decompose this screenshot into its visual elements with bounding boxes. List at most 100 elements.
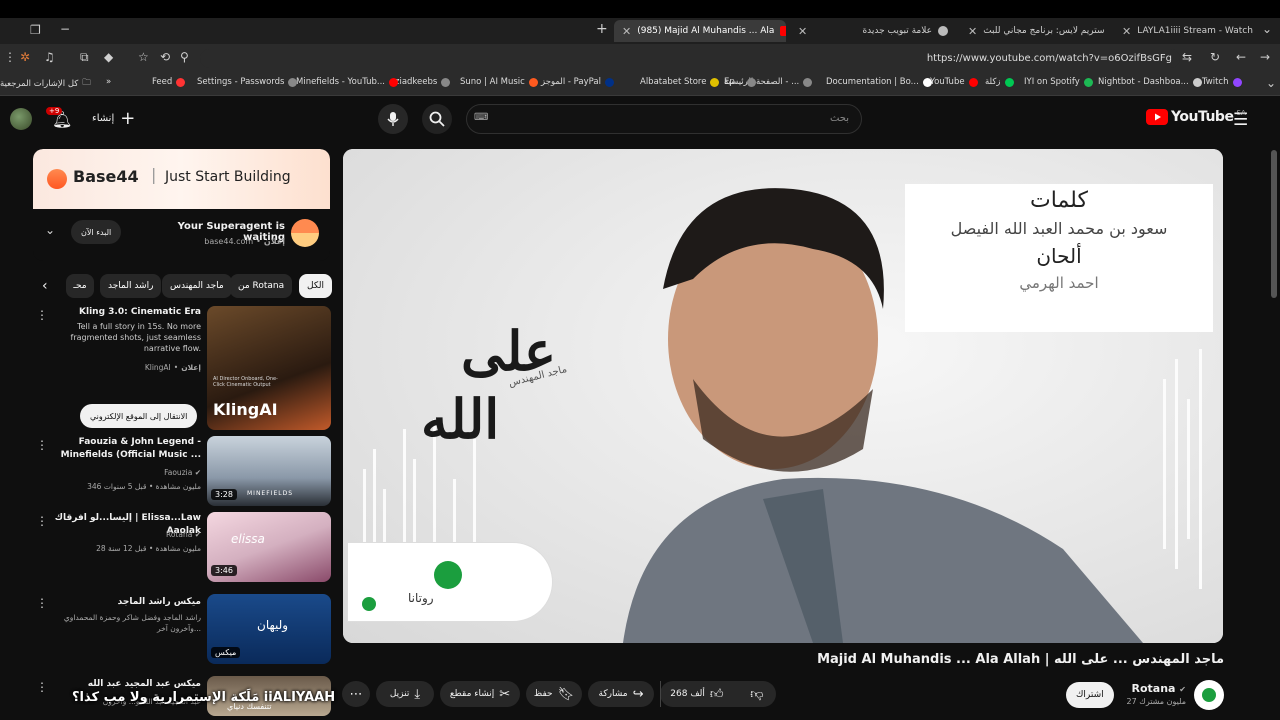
chevron-down-icon[interactable]: ⌄: [45, 223, 55, 237]
ad-banner[interactable]: Base44 | Just Start Building: [33, 149, 330, 209]
bookmark-favicon-icon: [176, 77, 186, 87]
more-actions-icon[interactable]: ⋮: [36, 680, 48, 694]
reload-icon[interactable]: ↻: [1210, 50, 1220, 64]
tab-layla-stream[interactable]: ✕ LAYLA1iiii Stream - Watch L: [1114, 20, 1254, 42]
media-controls-icon[interactable]: ♫: [44, 50, 55, 64]
bookmark-item[interactable]: ziadkeebs: [395, 77, 451, 87]
bookmark-item[interactable]: Albatabet Store: [640, 77, 720, 87]
chevron-left-icon[interactable]: ‹: [42, 278, 48, 294]
rec-item-rashed-mix[interactable]: وليهان ميكس ⋮ ميكس راشد الماجد راشد الما…: [33, 594, 331, 666]
avatar[interactable]: [10, 108, 32, 130]
thumbnail[interactable]: وليهان ميكس: [207, 594, 331, 664]
create-button[interactable]: إنشاء +: [92, 108, 135, 129]
thumbnail[interactable]: MINEFIELDS 3:28: [207, 436, 331, 506]
bookmark-item[interactable]: Feed: [152, 77, 186, 87]
chip-more[interactable]: محـ: [66, 274, 94, 298]
chip-majid-almuhandis[interactable]: ماجد المهندس: [162, 274, 232, 298]
keyboard-icon[interactable]: ⌨: [474, 112, 488, 123]
more-actions-icon[interactable]: ⋮: [36, 308, 48, 322]
bookmark-item[interactable]: زكلة: [985, 77, 1014, 87]
close-icon[interactable]: ✕: [622, 25, 631, 38]
extension-icon[interactable]: ✲: [20, 50, 30, 64]
bookmark-favicon-icon: [288, 77, 298, 87]
more-actions-button[interactable]: ⋯: [342, 681, 370, 707]
address-field[interactable]: https://www.youtube.com/watch?v=o6OzifBs…: [200, 49, 1180, 68]
notifications-button[interactable]: 🔔︎ +9: [46, 107, 72, 129]
voice-search-button[interactable]: [378, 104, 408, 134]
rec-item-elissa[interactable]: elissa 3:46 ⋮ إليسا...لو افرقاك | Elissa…: [33, 512, 331, 584]
window-restore-icon[interactable]: ❐: [30, 23, 41, 37]
thumbnail[interactable]: elissa 3:46: [207, 512, 331, 582]
youtube-logo[interactable]: YouTube SA: [1146, 109, 1246, 125]
channel-name-row[interactable]: Rotana ✔: [1124, 682, 1186, 695]
bookmark-item[interactable]: Settings - Passwords: [197, 77, 298, 87]
bookmark-item[interactable]: Minefields - YouTub...: [296, 77, 398, 87]
bookmark-item[interactable]: الموجز - PayPal: [541, 77, 614, 87]
bookmark-item[interactable]: Twitch: [1202, 77, 1242, 87]
bookmark-item[interactable]: Nightbot - Dashboa...: [1098, 77, 1202, 87]
extensions-puzzle-icon[interactable]: ⧉: [80, 50, 89, 65]
bookmark-item[interactable]: Documentation | Bo...: [826, 77, 932, 87]
bookmark-label: Nightbot - Dashboa...: [1098, 77, 1189, 87]
visit-site-button[interactable]: الانتقال إلى الموقع الإلكتروني: [80, 404, 198, 428]
bookmark-item[interactable]: Suno | AI Music: [460, 77, 538, 87]
clip-label: إنشاء مقطع: [449, 689, 495, 699]
diamond-extension-icon[interactable]: ◆: [104, 50, 113, 64]
search-icon: [429, 111, 445, 127]
translate-icon[interactable]: ⟲: [160, 50, 170, 64]
more-actions-icon[interactable]: ⋮: [36, 514, 48, 528]
thumbnail-subtext: AI Director Onboard, One-Click Cinematic…: [213, 376, 278, 388]
more-actions-icon[interactable]: ⋮: [36, 438, 48, 452]
all-bookmarks[interactable]: كل الإشارات المرجعية 🗀: [0, 77, 91, 91]
close-icon[interactable]: ✕: [1122, 25, 1131, 38]
rec-item-minefields[interactable]: MINEFIELDS 3:28 ⋮ Faouzia & John Legend …: [33, 436, 331, 508]
bookmark-star-icon[interactable]: ☆: [138, 50, 149, 64]
bookmarks-menu-icon[interactable]: ⌄: [1266, 76, 1276, 90]
window-minimize-icon[interactable]: −: [60, 22, 70, 36]
bookmarks-bar: كل الإشارات المرجعية 🗀 » Twitch Nightbot …: [0, 72, 1280, 96]
chip-from-rotana[interactable]: من Rotana: [230, 274, 293, 298]
bookmark-favicon-icon: [441, 77, 451, 87]
download-button[interactable]: تنزيل ⤓: [376, 681, 434, 707]
subscribe-button[interactable]: اشتراك: [1066, 682, 1114, 708]
menu-dots-icon[interactable]: ⋮: [4, 50, 16, 64]
search-button[interactable]: [422, 104, 452, 134]
chevron-down-icon[interactable]: ⌄: [1262, 22, 1272, 36]
rec-item-kling-ad[interactable]: KlingAI AI Director Onboard, One-Click C…: [33, 306, 331, 430]
channel-name[interactable]: Rotana: [1131, 682, 1175, 695]
verified-icon: ✔: [194, 530, 201, 539]
ad-card[interactable]: Base44 | Just Start Building Your Supera…: [33, 149, 330, 261]
back-icon[interactable]: →: [1260, 50, 1270, 64]
tab-label: ستريم لايس: برنامج مجاني للبث: [983, 26, 1105, 36]
tab-new-tab[interactable]: ✕ علامة تبويب جديدة: [790, 20, 956, 42]
bookmark-item[interactable]: Ep...: [724, 77, 756, 87]
bookmark-item[interactable]: IYI on Spotify: [1024, 77, 1093, 87]
thumbnail[interactable]: KlingAI AI Director Onboard, One-Click C…: [207, 306, 331, 430]
rec-title[interactable]: Faouzia & John Legend - Minefields (Offi…: [51, 436, 201, 462]
more-actions-icon[interactable]: ⋮: [36, 596, 48, 610]
zoom-icon[interactable]: ⚲: [180, 50, 189, 64]
new-tab-icon[interactable]: +: [596, 21, 608, 37]
close-icon[interactable]: ✕: [798, 25, 807, 38]
ad-cta-button[interactable]: البدء الآن: [71, 220, 122, 244]
page-scrollbar-thumb[interactable]: [1271, 150, 1277, 298]
search-input[interactable]: بحث: [466, 104, 862, 134]
rec-title[interactable]: ميكس راشد الماجد: [51, 596, 201, 609]
clip-button[interactable]: إنشاء مقطع ✂: [440, 681, 520, 707]
like-button[interactable]: 268 ألف 👍︎: [660, 681, 733, 707]
rec-title[interactable]: Kling 3.0: Cinematic Era: [51, 306, 201, 319]
dislike-button[interactable]: 👎︎: [738, 687, 776, 702]
tab-streamlabs[interactable]: ✕ ستريم لايس: برنامج مجاني للبث: [960, 20, 1110, 42]
tab-youtube-active[interactable]: ✕ (985) Majid Al Muhandis ... Ala: [614, 20, 786, 42]
bookmarks-overflow-icon[interactable]: »: [106, 77, 111, 87]
share-button[interactable]: مشاركة ↪: [588, 681, 654, 707]
channel-avatar[interactable]: [1194, 680, 1224, 710]
save-button[interactable]: حفظ 🔖︎: [526, 681, 582, 707]
close-icon[interactable]: ✕: [968, 25, 977, 38]
chip-rashed-almajed[interactable]: راشد الماجد: [100, 274, 162, 298]
site-settings-icon[interactable]: ⇆: [1182, 50, 1192, 64]
forward-icon[interactable]: ←: [1236, 50, 1246, 64]
bookmark-item[interactable]: YouTube: [930, 77, 978, 87]
video-player[interactable]: على الله ماجد المهندس كلمات سعود بن محمد…: [343, 149, 1223, 643]
chip-all[interactable]: الكل: [299, 274, 333, 298]
